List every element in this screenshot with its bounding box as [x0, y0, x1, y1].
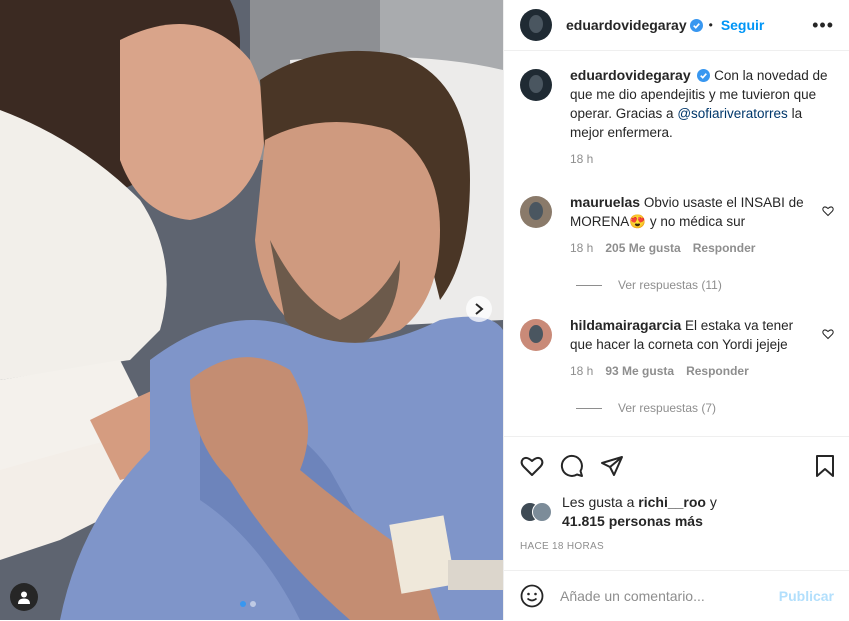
carousel-dot	[250, 601, 256, 607]
caption: eduardovidegaray Con la novedad de que m…	[504, 66, 849, 169]
reply-button[interactable]: Responder	[693, 239, 756, 258]
like-comment-icon[interactable]	[822, 205, 834, 217]
post-image	[0, 0, 503, 620]
view-replies-button[interactable]: Ver respuestas (11)	[576, 278, 849, 292]
likes-mid: y	[705, 494, 717, 510]
post-actions: Les gusta a richi__roo y 41.815 personas…	[504, 436, 849, 552]
comment-time[interactable]: 18 h	[570, 239, 593, 258]
follow-button[interactable]: Seguir	[721, 17, 765, 33]
view-replies-button[interactable]: Ver respuestas (7)	[576, 401, 849, 415]
share-icon[interactable]	[600, 454, 624, 478]
comment-time[interactable]: 18 h	[570, 362, 593, 381]
more-options-button[interactable]: •••	[812, 15, 834, 36]
user-tag-button[interactable]	[10, 583, 38, 611]
liker-username[interactable]: richi__roo	[638, 494, 706, 510]
post-header: eduardovidegaray • Seguir •••	[504, 0, 849, 51]
view-replies-label: Ver respuestas (11)	[618, 278, 722, 292]
comment-avatar[interactable]	[520, 196, 552, 228]
likes-prefix: Les gusta a	[562, 494, 639, 510]
more-icon: •••	[812, 14, 834, 35]
separator-dot: •	[708, 18, 713, 32]
post-sidebar: eduardovidegaray • Seguir ••• eduardovid…	[503, 0, 849, 620]
next-photo-button[interactable]	[466, 296, 492, 322]
comment-likes[interactable]: 205 Me gusta	[605, 239, 680, 258]
chevron-right-icon	[475, 303, 484, 315]
comment-item: hildamairagarcia El estaka va tener que …	[504, 316, 849, 381]
publish-button[interactable]: Publicar	[779, 588, 834, 604]
caption-time[interactable]: 18 h	[570, 150, 593, 169]
likes-summary: Les gusta a richi__roo y 41.815 personas…	[504, 485, 849, 531]
author-avatar[interactable]	[520, 9, 552, 41]
comment-input[interactable]	[558, 587, 779, 605]
comment-icon[interactable]	[560, 454, 584, 478]
comments-section: eduardovidegaray Con la novedad de que m…	[504, 66, 849, 415]
user-tag-icon	[18, 591, 30, 604]
caption-username[interactable]: eduardovidegaray	[570, 67, 691, 83]
comment-avatar[interactable]	[520, 319, 552, 351]
carousel-dot-active	[240, 601, 246, 607]
caption-avatar[interactable]	[520, 69, 552, 101]
like-comment-icon[interactable]	[822, 328, 834, 340]
post-photo[interactable]	[0, 0, 503, 620]
emoji-icon[interactable]	[520, 584, 544, 608]
verified-icon	[689, 18, 703, 32]
view-replies-label: Ver respuestas (7)	[618, 401, 717, 415]
likes-count[interactable]: 41.815 personas más	[562, 513, 703, 529]
comment-username[interactable]: hildamairagarcia	[570, 317, 681, 333]
verified-icon	[697, 69, 711, 82]
carousel-indicator	[240, 601, 256, 607]
add-comment-bar: Publicar	[504, 570, 849, 621]
bookmark-icon[interactable]	[814, 454, 836, 478]
post-time[interactable]: HACE 18 HORAS	[504, 531, 849, 552]
comment-item: mauruelas Obvio usaste el INSABI de MORE…	[504, 193, 849, 258]
comment-username[interactable]: mauruelas	[570, 194, 640, 210]
caption-mention[interactable]: @sofiariveratorres	[677, 106, 788, 121]
author-username[interactable]: eduardovidegaray	[566, 17, 687, 33]
heart-icon[interactable]	[520, 454, 544, 478]
reply-button[interactable]: Responder	[686, 362, 749, 381]
comment-likes[interactable]: 93 Me gusta	[605, 362, 674, 381]
liker-avatars	[520, 502, 556, 522]
liker-avatar	[532, 502, 552, 522]
